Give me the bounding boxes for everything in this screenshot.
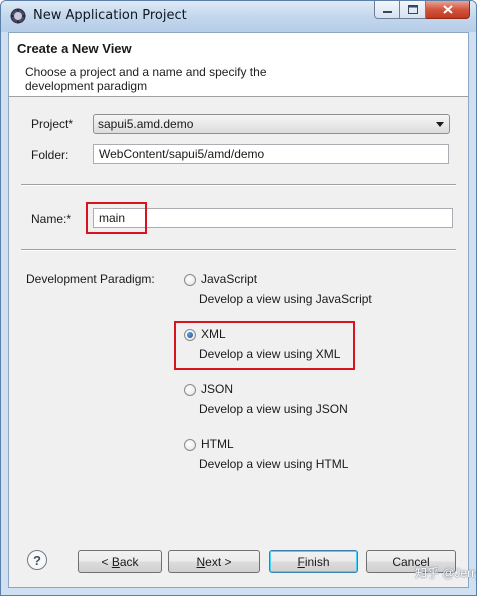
app-icon bbox=[10, 8, 26, 24]
help-button[interactable]: ? bbox=[27, 550, 47, 570]
window-controls bbox=[374, 1, 470, 20]
dialog-client-area: Create a New View Choose a project and a… bbox=[8, 32, 469, 588]
close-button[interactable] bbox=[426, 1, 470, 19]
window-title: New Application Project bbox=[33, 8, 187, 23]
name-label: Name:* bbox=[31, 212, 71, 226]
radio-javascript[interactable] bbox=[184, 274, 196, 286]
chevron-down-icon bbox=[436, 122, 444, 127]
maximize-icon bbox=[407, 5, 418, 14]
radio-html[interactable] bbox=[184, 439, 196, 451]
folder-label: Folder: bbox=[31, 148, 69, 162]
help-icon: ? bbox=[33, 552, 41, 568]
separator bbox=[21, 184, 456, 186]
back-button[interactable]: < Back bbox=[78, 550, 162, 573]
next-mnemonic: N bbox=[196, 554, 206, 569]
project-label-text: Project bbox=[31, 117, 69, 131]
option-html-desc: Develop a view using HTML bbox=[199, 457, 349, 471]
page-description: Choose a project and a name and specify … bbox=[25, 65, 267, 93]
maximize-button[interactable] bbox=[400, 1, 426, 19]
finish-mnemonic: F bbox=[297, 554, 305, 569]
back-prefix: < bbox=[101, 554, 112, 569]
finish-button[interactable]: Finish bbox=[269, 550, 358, 573]
folder-field-value: WebContent/sapui5/amd/demo bbox=[99, 147, 265, 161]
next-rest: ext bbox=[205, 554, 222, 569]
wizard-header: Create a New View Choose a project and a… bbox=[9, 33, 468, 97]
back-mnemonic: B bbox=[111, 554, 120, 569]
name-highlight-box bbox=[86, 202, 147, 234]
next-suffix: > bbox=[221, 554, 232, 569]
back-rest: ack bbox=[119, 554, 139, 569]
radio-json[interactable] bbox=[184, 384, 196, 396]
project-combo-value: sapui5.amd.demo bbox=[98, 117, 194, 131]
paradigm-label: Development Paradigm: bbox=[26, 272, 155, 286]
minimize-button[interactable] bbox=[374, 1, 400, 19]
option-json-desc: Develop a view using JSON bbox=[199, 402, 348, 416]
next-button-label: Next > bbox=[196, 555, 231, 569]
dialog-window: New Application Project Create a New Vie… bbox=[0, 0, 477, 596]
option-javascript-label: JavaScript bbox=[201, 272, 258, 286]
option-javascript-desc: Develop a view using JavaScript bbox=[199, 292, 372, 306]
minimize-icon bbox=[382, 10, 392, 13]
project-combo[interactable]: sapui5.amd.demo bbox=[93, 114, 450, 134]
watermark: 知乎 @JerryWang bbox=[415, 566, 476, 580]
required-mark: * bbox=[66, 212, 72, 226]
finish-button-label: Finish bbox=[297, 555, 329, 569]
project-label: Project* bbox=[31, 117, 73, 131]
close-icon bbox=[442, 5, 453, 14]
page-title: Create a New View bbox=[17, 41, 132, 56]
finish-rest: inish bbox=[304, 554, 330, 569]
folder-field[interactable]: WebContent/sapui5/amd/demo bbox=[93, 144, 449, 164]
name-label-text: Name: bbox=[31, 212, 67, 226]
option-html-label: HTML bbox=[201, 437, 234, 451]
next-button[interactable]: Next > bbox=[168, 550, 260, 573]
required-mark: * bbox=[68, 117, 74, 131]
option-json-label: JSON bbox=[201, 382, 234, 396]
xml-highlight-box bbox=[174, 321, 355, 370]
name-field[interactable]: main bbox=[93, 208, 453, 228]
separator bbox=[21, 249, 456, 251]
title-bar[interactable]: New Application Project bbox=[1, 1, 476, 32]
back-button-label: < Back bbox=[101, 555, 138, 569]
